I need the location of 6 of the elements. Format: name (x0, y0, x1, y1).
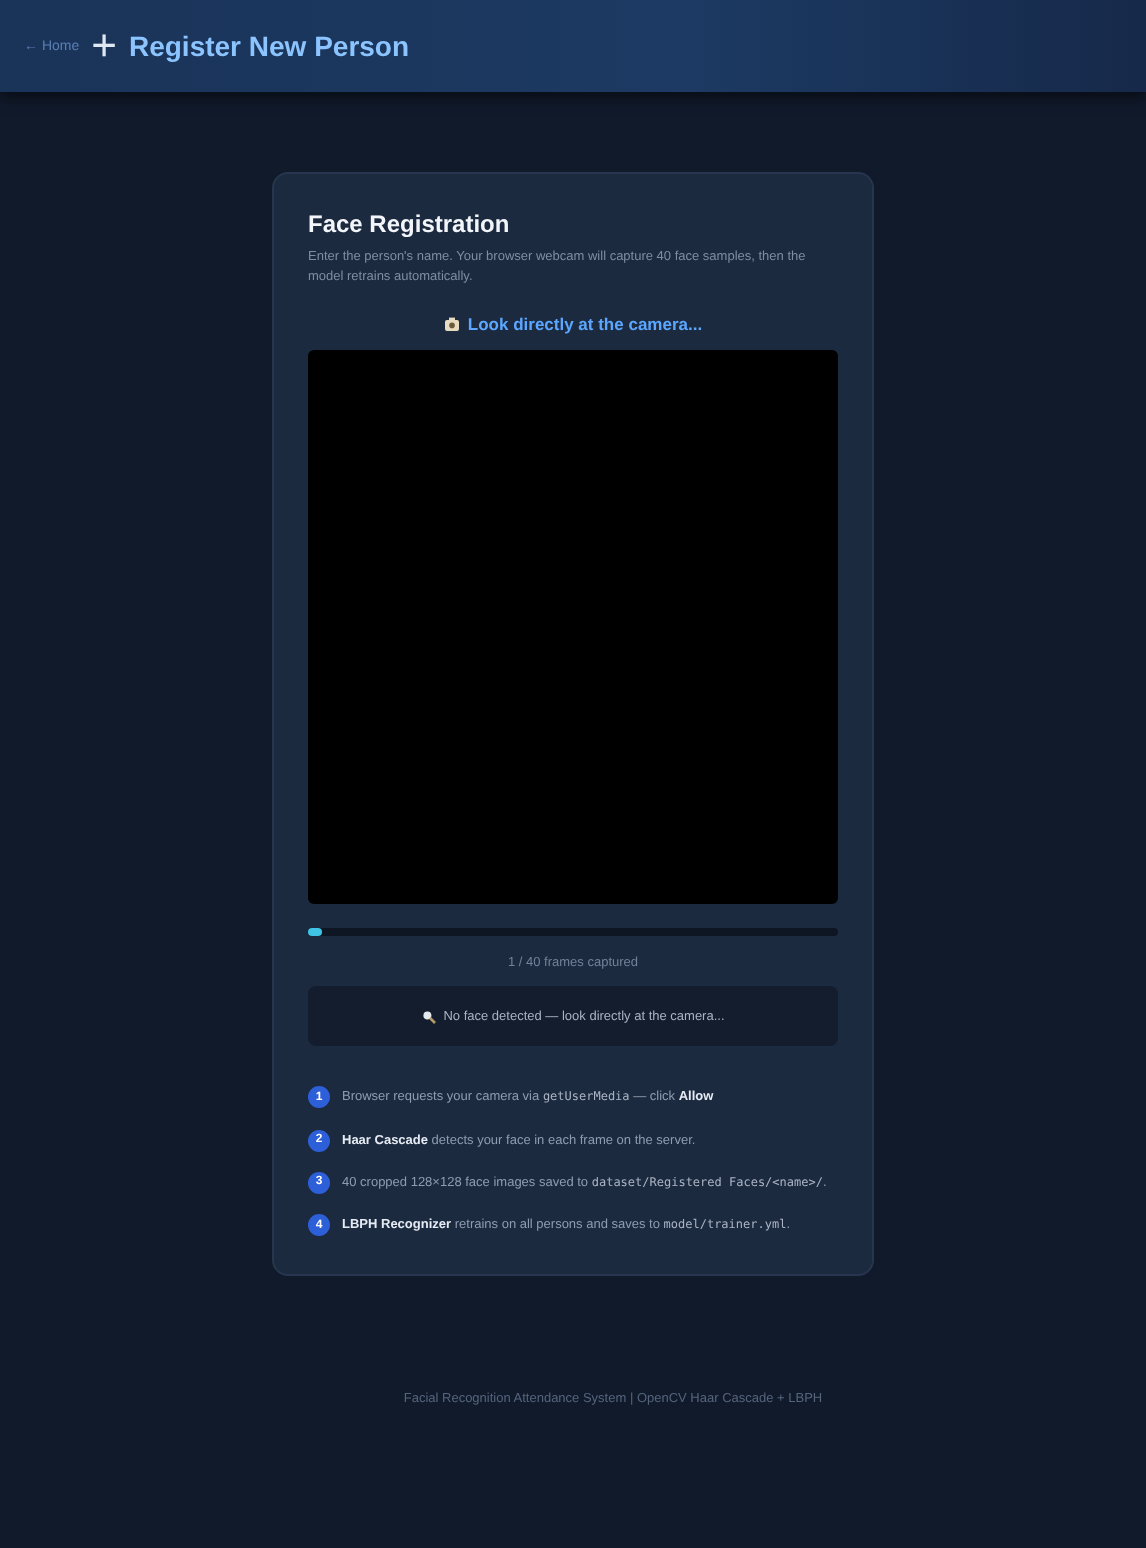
camera-icon (443, 316, 460, 333)
page-title: Register New Person (128, 30, 410, 62)
magnifier-icon (421, 1009, 436, 1024)
camera-prompt: Look directly at the camera... (467, 314, 703, 335)
card-title: Face Registration (308, 210, 512, 238)
plus-icon: + (91, 24, 117, 68)
